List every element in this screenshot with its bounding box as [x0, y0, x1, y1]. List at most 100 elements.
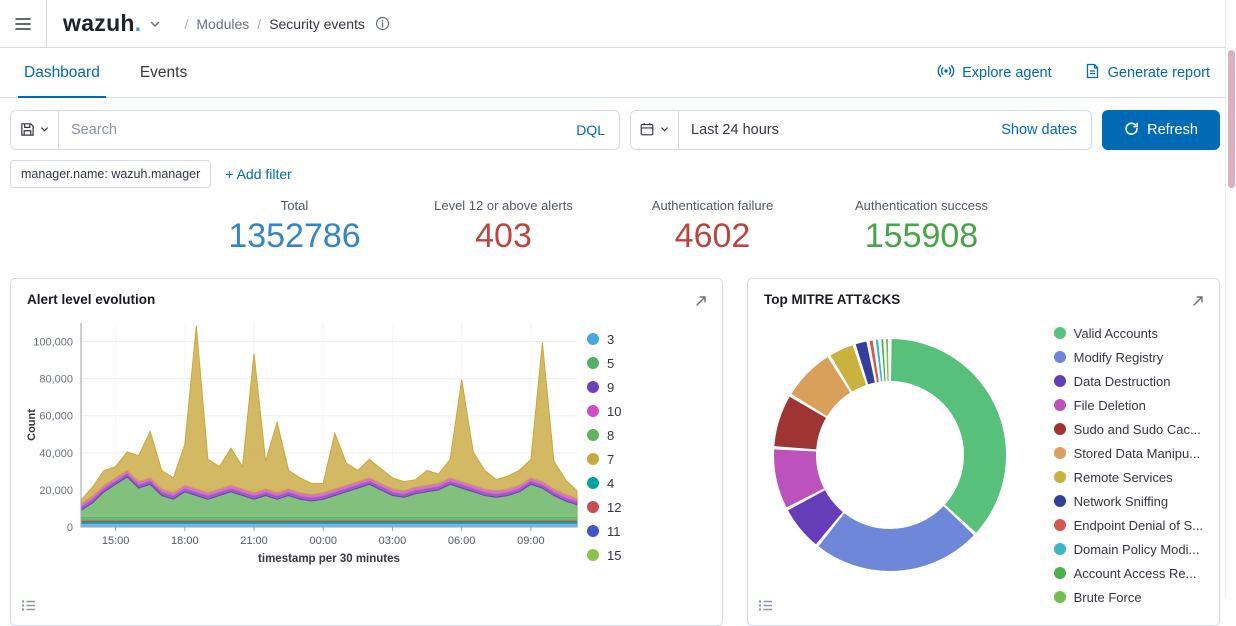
search-bar-group: DQL — [10, 110, 620, 150]
generate-report-button[interactable]: Generate report — [1084, 62, 1210, 84]
expand-icon[interactable] — [1189, 292, 1207, 313]
expand-icon[interactable] — [692, 292, 710, 313]
legend-dot-icon — [1054, 519, 1066, 531]
filter-pill-manager-name[interactable]: manager.name: wazuh.manager — [10, 160, 211, 188]
summary-stats-row: Total 1352786 Level 12 or above alerts 4… — [0, 194, 1236, 268]
svg-text:Count: Count — [26, 409, 38, 441]
panel-options-icon[interactable] — [19, 597, 38, 617]
area-series-3[interactable] — [81, 523, 577, 527]
calendar-icon — [639, 121, 655, 140]
wazuh-logo[interactable]: wazuh. — [63, 10, 141, 37]
legend-label: File Deletion — [1074, 398, 1146, 413]
legend-item[interactable]: 11 — [587, 521, 621, 541]
legend-label: 12 — [607, 500, 621, 515]
legend-label: Modify Registry — [1074, 350, 1164, 365]
legend-label: 4 — [607, 476, 614, 491]
generate-report-label: Generate report — [1108, 65, 1210, 81]
saved-queries-button[interactable] — [11, 111, 59, 149]
legend-item[interactable]: 15 — [587, 545, 621, 565]
legend-dot-icon — [1054, 375, 1066, 387]
legend-label: Domain Policy Modi... — [1074, 542, 1200, 557]
legend-item[interactable]: Sudo and Sudo Cac... — [1054, 419, 1203, 439]
panel-options-icon[interactable] — [756, 597, 775, 617]
show-dates-button[interactable]: Show dates — [1001, 122, 1091, 138]
explore-agent-icon — [937, 62, 955, 84]
legend-item[interactable]: 8 — [587, 425, 621, 445]
panel-header: Top MITRE ATT&CKS — [748, 279, 1219, 315]
explore-agent-button[interactable]: Explore agent — [937, 62, 1051, 84]
svg-text:80,000: 80,000 — [39, 374, 73, 386]
legend-dot-icon — [1054, 543, 1066, 555]
legend-item[interactable]: 4 — [587, 473, 621, 493]
legend-item[interactable]: 12 — [587, 497, 621, 517]
legend-item[interactable]: File Deletion — [1054, 395, 1203, 415]
stat-value: 403 — [399, 217, 608, 256]
legend-item[interactable]: 3 — [587, 329, 621, 349]
breadcrumb: / Modules / Security events — [184, 16, 389, 32]
legend-dot-icon — [587, 381, 599, 393]
legend-label: 15 — [607, 548, 621, 563]
mitre-donut-chart[interactable] — [760, 325, 1020, 607]
filter-bar: manager.name: wazuh.manager + Add filter — [0, 150, 1236, 194]
hamburger-menu-icon[interactable] — [0, 0, 46, 47]
refresh-button[interactable]: Refresh — [1102, 110, 1220, 150]
legend-item[interactable]: Stored Data Manipu... — [1054, 443, 1203, 463]
scrollbar-thumb[interactable] — [1228, 50, 1235, 188]
legend-item[interactable]: 7 — [587, 449, 621, 469]
legend-item[interactable]: Domain Policy Modi... — [1054, 539, 1203, 559]
info-icon[interactable] — [375, 16, 390, 31]
legend-dot-icon — [587, 501, 599, 513]
stat-value: 155908 — [817, 217, 1026, 256]
legend-item[interactable]: Network Sniffing — [1054, 491, 1203, 511]
tab-events[interactable]: Events — [134, 48, 193, 98]
chevron-down-icon — [659, 123, 670, 138]
legend-item[interactable]: Brute Force — [1054, 587, 1203, 607]
calendar-button[interactable] — [631, 111, 679, 149]
svg-text:06:00: 06:00 — [448, 535, 476, 547]
legend-dot-icon — [587, 405, 599, 417]
module-actions: Explore agent Generate report — [937, 62, 1210, 84]
dql-language-button[interactable]: DQL — [562, 122, 619, 138]
legend-label: 7 — [607, 452, 614, 467]
logo-chevron-down-icon[interactable] — [148, 17, 162, 31]
legend-item[interactable]: Modify Registry — [1054, 347, 1203, 367]
topbar-divider — [46, 0, 47, 47]
refresh-label: Refresh — [1147, 122, 1198, 138]
legend-label: 10 — [607, 404, 621, 419]
legend-dot-icon — [587, 429, 599, 441]
alert-chart-legend: 3 5 9 10 8 7 4 12 11 15 — [587, 315, 621, 570]
legend-label: Network Sniffing — [1074, 494, 1168, 509]
legend-dot-icon — [1054, 327, 1066, 339]
top-mitre-attacks-panel: Top MITRE ATT&CKS Valid Accounts Modify R… — [747, 278, 1220, 626]
area-chart-svg: 020,00040,00060,00080,000100,00015:0018:… — [19, 315, 585, 567]
alert-level-evolution-chart[interactable]: 020,00040,00060,00080,000100,00015:0018:… — [19, 315, 585, 570]
breadcrumb-modules[interactable]: Modules — [196, 16, 249, 32]
svg-text:60,000: 60,000 — [39, 411, 73, 423]
panel-body: 020,00040,00060,00080,000100,00015:0018:… — [11, 315, 722, 570]
legend-dot-icon — [587, 333, 599, 345]
legend-item[interactable]: Account Access Re... — [1054, 563, 1203, 583]
legend-item[interactable]: Remote Services — [1054, 467, 1203, 487]
legend-item[interactable]: 10 — [587, 401, 621, 421]
legend-label: Valid Accounts — [1074, 326, 1158, 341]
legend-item[interactable]: 5 — [587, 353, 621, 373]
legend-label: Sudo and Sudo Cac... — [1074, 422, 1201, 437]
legend-item[interactable]: Endpoint Denial of S... — [1054, 515, 1203, 535]
panel-title: Alert level evolution — [27, 292, 155, 307]
legend-label: 11 — [607, 524, 621, 539]
svg-text:timestamp per 30 minutes: timestamp per 30 minutes — [258, 553, 400, 565]
legend-dot-icon — [1054, 495, 1066, 507]
add-filter-button[interactable]: + Add filter — [225, 166, 292, 182]
legend-item[interactable]: Valid Accounts — [1054, 323, 1203, 343]
legend-label: Data Destruction — [1074, 374, 1171, 389]
stat-label: Authentication success — [817, 198, 1026, 213]
legend-dot-icon — [1054, 399, 1066, 411]
legend-item[interactable]: 9 — [587, 377, 621, 397]
tab-dashboard[interactable]: Dashboard — [18, 48, 106, 98]
time-range-value[interactable]: Last 24 hours — [679, 122, 1001, 138]
area-series-7[interactable] — [81, 326, 577, 504]
legend-item[interactable]: Data Destruction — [1054, 371, 1203, 391]
search-input[interactable] — [59, 111, 562, 149]
stat-value: 4602 — [608, 217, 817, 256]
legend-dot-icon — [587, 453, 599, 465]
